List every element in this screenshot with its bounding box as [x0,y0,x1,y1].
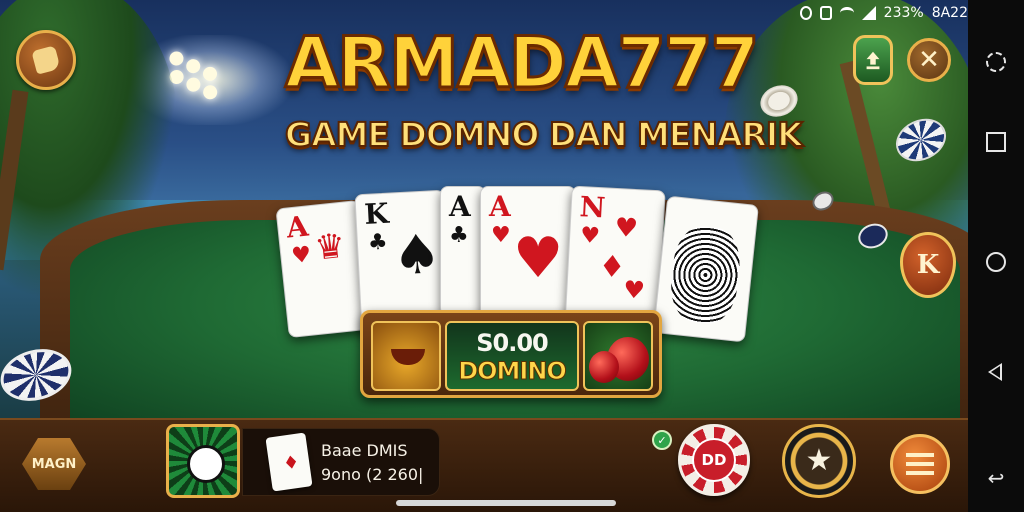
card-back-pattern [667,223,744,327]
signal-icon [861,6,876,20]
card-face-art: ♛ [312,225,348,269]
player-name: Baae DMIS [321,441,408,460]
notification-dot: ✓ [652,430,672,450]
card-rank: A [449,190,471,223]
card-rank: A [284,209,310,245]
scroll-handle[interactable] [396,500,616,506]
game-subtitle: GAME DOMNO DAN MENARIK [284,114,804,155]
chip-label: DD [692,438,736,482]
android-nav-bar: ↩ [968,0,1024,512]
apple-icon [589,351,619,383]
avatar[interactable] [166,424,240,498]
game-screen: ARMADA777 GAME DOMNO DAN MENARIK ✕ K A ♥… [0,0,1024,512]
close-button[interactable]: ✕ [907,38,951,82]
home-icon[interactable] [986,252,1006,272]
card-suit: ♥ [491,223,511,248]
card-suit: ♣ [367,229,389,256]
playing-card[interactable]: A ♥ ♥ [480,186,576,330]
magn-label: MAGN [31,456,77,472]
mini-card-icon: ♦ [265,432,313,492]
domino-jackpot[interactable]: S0.00 DOMINO [445,321,579,391]
recents-icon[interactable] [986,132,1006,152]
close-icon: ✕ [918,45,940,75]
menu-button[interactable] [890,434,950,494]
rotate-icon[interactable] [986,52,1006,72]
card-pip: ♥ [622,275,646,305]
return-icon[interactable]: ↩ [986,468,1006,488]
chip-button[interactable]: DD [678,424,750,496]
card-rank: N [578,190,607,225]
player-info-panel[interactable]: ♦ Baae DMIS 9ono (2 260| [242,428,440,496]
card-suit: ♥ [290,242,313,270]
card-big-suit: ♠ [390,222,443,288]
game-title: ARMADA777 [284,21,761,106]
playing-card[interactable] [653,195,759,343]
menu-icon [906,453,934,475]
card-big-suit: ♥ [513,226,564,291]
jackpot-amount: S0.00 [476,329,549,357]
app-notification-icon [800,6,813,20]
clock-text: 8A22 [931,5,968,21]
card-pip: ♦ [597,249,627,286]
battery-text: 233% [883,5,924,21]
apple-symbol [583,321,653,391]
vibrate-icon [820,6,833,20]
wifi-icon [840,7,854,19]
card-rank: A [489,190,511,223]
profile-badge-button[interactable] [16,30,76,90]
star-button[interactable]: ★ [782,424,856,498]
slot-panel[interactable]: S0.00 DOMINO [360,310,662,398]
jackpot-label: DOMINO [458,357,568,386]
card-suit: ♥ [579,223,601,250]
player-balance: 9ono (2 260| [321,465,424,484]
upload-icon [866,51,880,70]
k-icon: K [916,250,940,280]
home-badge-icon [31,45,61,75]
back-icon[interactable] [986,362,1002,382]
star-icon: ★ [805,443,833,478]
card-pip: ♥ [613,212,639,245]
card-suit: ♣ [449,223,469,248]
card-rank: K [363,196,390,231]
upload-button[interactable] [853,35,893,85]
monster-symbol [371,321,441,391]
status-bar: 233% 8A22 [800,2,968,24]
